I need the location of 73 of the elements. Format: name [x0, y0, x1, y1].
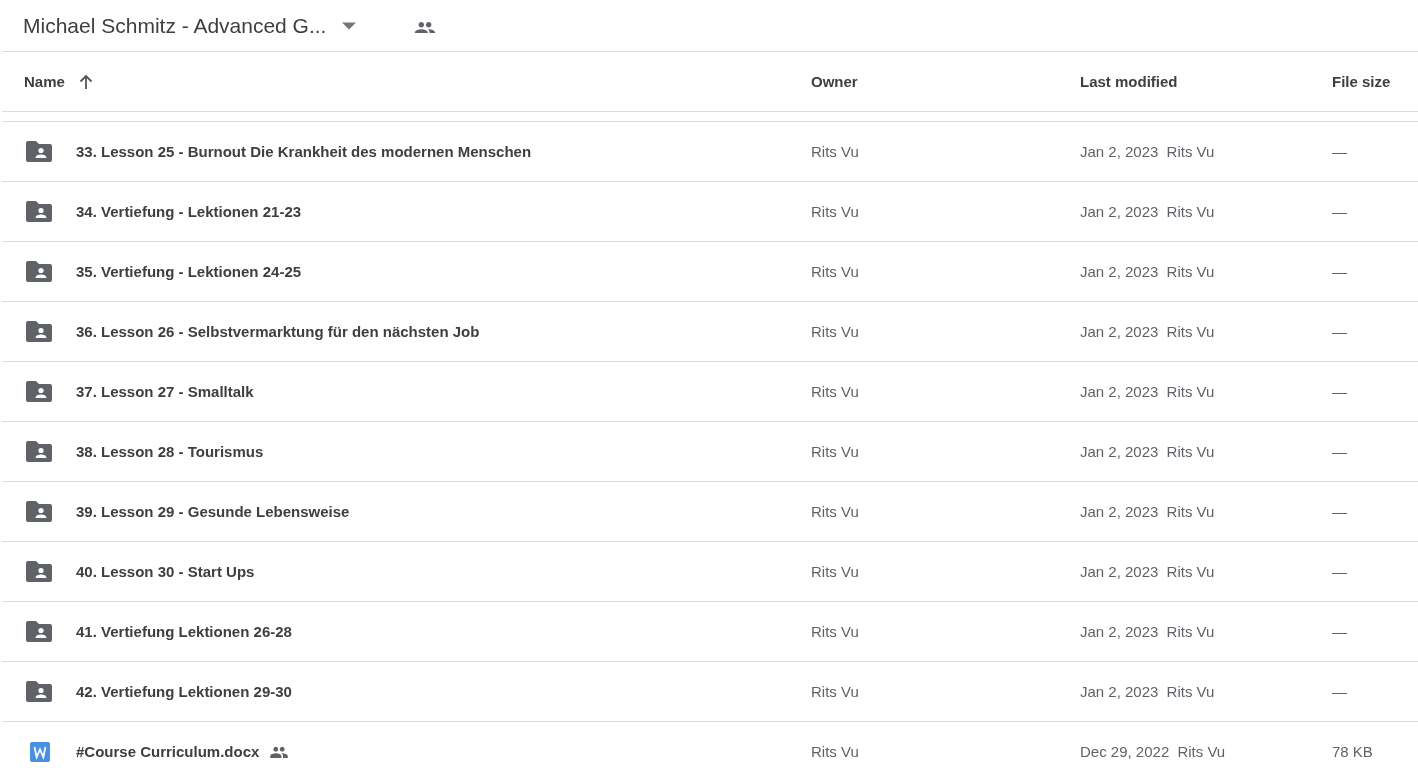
owner-name: Rits Vu [811, 683, 859, 700]
modified-date: Jan 2, 2023 [1080, 143, 1159, 160]
modified-date: Dec 29, 2022 [1080, 743, 1170, 760]
file-size: 78 KB [1332, 743, 1373, 760]
modified-by: Rits Vu [1166, 143, 1215, 160]
caret-icon[interactable] [342, 21, 357, 30]
shared-folder-icon [26, 381, 52, 402]
modified-by: Rits Vu [1166, 203, 1215, 220]
file-name[interactable]: 33. Lesson 25 - Burnout Die Krankheit des modernen Menschen [76, 143, 532, 160]
owner-name: Rits Vu [811, 323, 859, 340]
word-document-icon [30, 741, 50, 762]
modified-date: Jan 2, 2023 [1080, 203, 1159, 220]
file-name[interactable]: 35. Vertiefung - Lektionen 24-25 [76, 263, 302, 280]
file-size: — [1332, 683, 1347, 700]
modified-date: Jan 2, 2023 [1080, 383, 1159, 400]
modified-date: Jan 2, 2023 [1080, 443, 1159, 460]
file-name[interactable]: 38. Lesson 28 - Tourismus [76, 443, 264, 460]
file-name[interactable]: 42. Vertiefung Lektionen 29-30 [76, 683, 292, 700]
column-header[interactable]: Last modified [1080, 73, 1178, 90]
modified-by: Rits Vu [1166, 263, 1215, 280]
file-name[interactable]: 41. Vertiefung Lektionen 26-28 [76, 623, 292, 640]
shared-folder-icon [26, 441, 52, 462]
owner-name: Rits Vu [811, 503, 859, 520]
file-size: — [1332, 383, 1347, 400]
column-header[interactable]: Name [24, 73, 65, 90]
modified-date: Jan 2, 2023 [1080, 683, 1159, 700]
file-size: — [1332, 503, 1347, 520]
modified-by: Rits Vu [1166, 383, 1215, 400]
file-name[interactable]: 36. Lesson 26 - Selbstvermarktung für den nächsten Job [76, 323, 480, 340]
shared-folder-icon [26, 141, 52, 162]
shared-folder-icon [26, 681, 52, 702]
folder-title[interactable]: Michael Schmitz - Advanced G... [23, 13, 327, 38]
modified-by: Rits Vu [1166, 503, 1215, 520]
file-name[interactable]: 40. Lesson 30 - Start Ups [76, 563, 255, 580]
shared-folder-icon [26, 501, 52, 522]
modified-by: Rits Vu [1166, 323, 1215, 340]
file-name[interactable]: 34. Vertiefung - Lektionen 21-23 [76, 203, 302, 220]
file-size: — [1332, 563, 1347, 580]
file-size: — [1332, 323, 1347, 340]
shared-folder-icon [26, 261, 52, 282]
column-header[interactable]: File size [1332, 73, 1391, 90]
modified-date: Jan 2, 2023 [1080, 563, 1159, 580]
modified-by: Rits Vu [1166, 443, 1215, 460]
shared-folder-icon [26, 321, 52, 342]
owner-name: Rits Vu [811, 383, 859, 400]
shared-folder-icon [26, 621, 52, 642]
modified-by: Rits Vu [1166, 563, 1215, 580]
file-size: — [1332, 623, 1347, 640]
column-header[interactable]: Owner [811, 73, 858, 90]
owner-name: Rits Vu [811, 563, 859, 580]
modified-by: Rits Vu [1177, 743, 1226, 760]
file-size: — [1332, 143, 1347, 160]
owner-name: Rits Vu [811, 743, 859, 760]
modified-date: Jan 2, 2023 [1080, 623, 1159, 640]
shared-folder-icon [26, 561, 52, 582]
shared-folder-icon [26, 201, 52, 222]
modified-date: Jan 2, 2023 [1080, 503, 1159, 520]
owner-name: Rits Vu [811, 203, 859, 220]
file-size: — [1332, 203, 1347, 220]
file-name[interactable]: #Course Curriculum.docx [76, 743, 260, 760]
modified-by: Rits Vu [1166, 623, 1215, 640]
modified-date: Jan 2, 2023 [1080, 263, 1159, 280]
owner-name: Rits Vu [811, 443, 859, 460]
owner-name: Rits Vu [811, 623, 859, 640]
owner-name: Rits Vu [811, 143, 859, 160]
modified-date: Jan 2, 2023 [1080, 323, 1159, 340]
owner-name: Rits Vu [811, 263, 859, 280]
file-name[interactable]: 39. Lesson 29 - Gesunde Lebensweise [76, 503, 350, 520]
file-size: — [1332, 263, 1347, 280]
file-name[interactable]: 37. Lesson 27 - Smalltalk [76, 383, 254, 400]
sort-arrow-icon[interactable] [78, 73, 93, 90]
modified-by: Rits Vu [1166, 683, 1215, 700]
file-size: — [1332, 443, 1347, 460]
